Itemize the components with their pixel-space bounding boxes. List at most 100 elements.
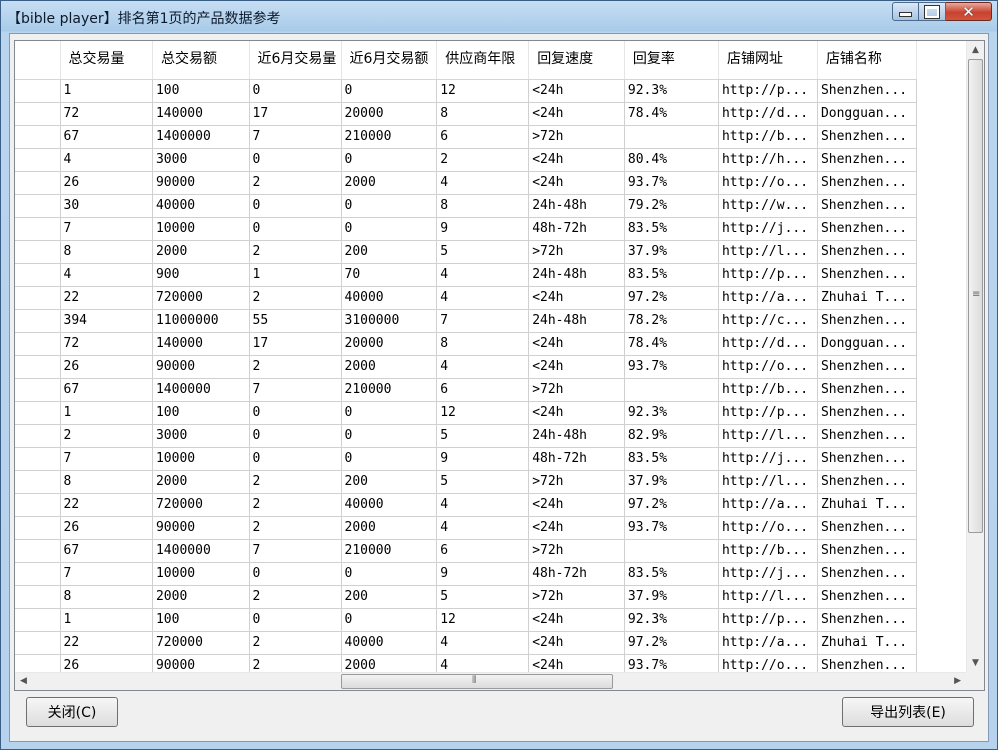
title-bar[interactable]: 【bible player】排名第1页的产品数据参考 ✕ xyxy=(1,1,998,33)
scroll-right-arrow-icon[interactable]: ▶ xyxy=(954,677,961,686)
table-cell: 40000 xyxy=(341,493,438,517)
table-cell: er... xyxy=(15,654,61,673)
table-cell: 2 xyxy=(249,240,342,264)
table-row[interactable]: er...2690000220004<24h93.7%http://o...Sh… xyxy=(15,516,918,540)
scroll-down-arrow-icon[interactable]: ▼ xyxy=(972,659,979,668)
table-row[interactable]: er...2690000220004<24h93.7%http://o...Sh… xyxy=(15,171,918,195)
column-header[interactable]: 目 xyxy=(15,41,61,80)
column-header[interactable]: 回复率 xyxy=(624,41,719,80)
table-cell: Zhuhai T... xyxy=(817,631,918,655)
table-cell: er... xyxy=(15,355,61,379)
table-row[interactable]: er...71000000948h-72h83.5%http://j...She… xyxy=(15,562,918,586)
column-header[interactable]: 店铺网址 xyxy=(718,41,818,80)
table-row[interactable]: er...11000012<24h92.3%http://p...Shenzhe… xyxy=(15,79,918,103)
table-row[interactable]: er...67140000072100006>72h http://b...She… xyxy=(15,378,918,402)
table-cell: 4 xyxy=(436,493,530,517)
product-data-list[interactable]: 目总交易量总交易额近6月交易量近6月交易额供应商年限回复速度回复率店铺网址店铺名… xyxy=(14,40,985,691)
table-cell: 100 xyxy=(152,608,250,632)
table-cell: 26 xyxy=(60,516,153,540)
maximize-button[interactable] xyxy=(919,2,946,21)
grip-icon: ≡ xyxy=(972,289,981,300)
horizontal-scrollbar[interactable]: ◀ ⦀ ▶ xyxy=(15,672,966,690)
table-row[interactable]: er...71000000948h-72h83.5%http://j...She… xyxy=(15,217,918,241)
table-cell: 1400000 xyxy=(152,125,250,149)
table-cell: 200 xyxy=(341,585,438,609)
table-cell: Shenzhen... xyxy=(817,79,918,103)
table-cell: 2 xyxy=(249,631,342,655)
table-row[interactable]: er...7214000017200008<24h78.4%http://d..… xyxy=(15,102,918,126)
table-cell: 1400000 xyxy=(152,539,250,563)
table-cell: 7 xyxy=(60,447,153,471)
table-row[interactable]: er...67140000072100006>72h http://b...She… xyxy=(15,125,918,149)
column-header[interactable]: 供应商年限 xyxy=(436,41,530,80)
table-cell: er... xyxy=(15,148,61,172)
table-cell: 4 xyxy=(60,263,153,287)
table-cell: Shenzhen... xyxy=(817,240,918,264)
table-cell: 0 xyxy=(249,148,342,172)
table-cell: 0 xyxy=(249,217,342,241)
table-row[interactable]: er...2690000220004<24h93.7%http://o...Sh… xyxy=(15,654,918,673)
table-row[interactable]: er...8200022005>72h37.9%http://l...Shenz… xyxy=(15,585,918,609)
table-row[interactable]: er...304000000824h-48h79.2%http://w...Sh… xyxy=(15,194,918,218)
table-cell: 10000 xyxy=(152,217,250,241)
table-row[interactable]: er...2690000220004<24h93.7%http://o...Sh… xyxy=(15,355,918,379)
table-row[interactable]: er...8200022005>72h37.9%http://l...Shenz… xyxy=(15,470,918,494)
vertical-scrollbar[interactable]: ▲ ≡ ▼ xyxy=(966,41,984,673)
horizontal-scroll-thumb[interactable]: ⦀ xyxy=(341,674,613,689)
table-cell: er... xyxy=(15,424,61,448)
table-cell: http://o... xyxy=(718,355,818,379)
table-cell: 2000 xyxy=(152,240,250,264)
table-cell: 2 xyxy=(249,654,342,673)
close-window-button[interactable]: ✕ xyxy=(946,2,992,21)
table-cell: Zhuhai T... xyxy=(817,493,918,517)
table-row[interactable]: er...4900170424h-48h83.5%http://p...Shen… xyxy=(15,263,918,287)
table-cell: 0 xyxy=(341,217,438,241)
table-cell: http://b... xyxy=(718,125,818,149)
table-row[interactable]: er...227200002400004<24h97.2%http://a...… xyxy=(15,631,918,655)
minimize-button[interactable] xyxy=(892,2,919,21)
close-button[interactable]: 关闭(C) xyxy=(26,697,118,727)
table-cell: Shenzhen... xyxy=(817,148,918,172)
table-cell: 200 xyxy=(341,470,438,494)
table-cell: 8 xyxy=(60,470,153,494)
table-row[interactable]: er...71000000948h-72h83.5%http://j...She… xyxy=(15,447,918,471)
scroll-up-arrow-icon[interactable]: ▲ xyxy=(972,46,979,55)
table-cell: 83.5% xyxy=(624,562,719,586)
table-row[interactable]: er...2300000524h-48h82.9%http://l...Shen… xyxy=(15,424,918,448)
table-cell: 4 xyxy=(436,286,530,310)
column-header[interactable]: 回复速度 xyxy=(528,41,625,80)
table-row[interactable]: er...7214000017200008<24h78.4%http://d..… xyxy=(15,332,918,356)
table-row[interactable]: er...67140000072100006>72h http://b...She… xyxy=(15,539,918,563)
product-table: 目总交易量总交易额近6月交易量近6月交易额供应商年限回复速度回复率店铺网址店铺名… xyxy=(15,41,918,673)
table-row[interactable]: er...227200002400004<24h97.2%http://a...… xyxy=(15,286,918,310)
table-row[interactable]: er...8200022005>72h37.9%http://l...Shenz… xyxy=(15,240,918,264)
vertical-scroll-thumb[interactable]: ≡ xyxy=(968,59,983,533)
table-row[interactable]: er...11000012<24h92.3%http://p...Shenzhe… xyxy=(15,401,918,425)
table-row[interactable]: er...11000012<24h92.3%http://p...Shenzhe… xyxy=(15,608,918,632)
table-cell: http://p... xyxy=(718,401,818,425)
table-cell: 2000 xyxy=(341,171,438,195)
table-row[interactable]: er...39411000000553100000724h-48h78.2%ht… xyxy=(15,309,918,333)
table-viewport: 目总交易量总交易额近6月交易量近6月交易额供应商年限回复速度回复率店铺网址店铺名… xyxy=(15,41,966,673)
column-header[interactable]: 近6月交易量 xyxy=(249,41,342,80)
table-cell: 79.2% xyxy=(624,194,719,218)
column-header[interactable]: 店铺名称 xyxy=(817,41,918,80)
column-header[interactable]: 近6月交易额 xyxy=(341,41,438,80)
table-cell: 4 xyxy=(436,355,530,379)
table-cell: Shenzhen... xyxy=(817,309,918,333)
table-row[interactable]: er...43000002<24h80.4%http://h...Shenzhe… xyxy=(15,148,918,172)
scroll-left-arrow-icon[interactable]: ◀ xyxy=(20,677,27,686)
export-list-button[interactable]: 导出列表(E) xyxy=(842,697,974,727)
table-cell: http://d... xyxy=(718,102,818,126)
column-header[interactable]: 总交易额 xyxy=(152,41,250,80)
table-cell: 0 xyxy=(249,401,342,425)
table-cell: >72h xyxy=(528,240,625,264)
table-cell: Shenzhen... xyxy=(817,585,918,609)
table-cell: 24h-48h xyxy=(528,263,625,287)
table-row[interactable]: er...227200002400004<24h97.2%http://a...… xyxy=(15,493,918,517)
maximize-icon xyxy=(924,4,940,19)
table-cell: 3000 xyxy=(152,148,250,172)
table-cell: 20000 xyxy=(341,332,438,356)
column-header[interactable]: 总交易量 xyxy=(60,41,153,80)
table-cell: 93.7% xyxy=(624,355,719,379)
